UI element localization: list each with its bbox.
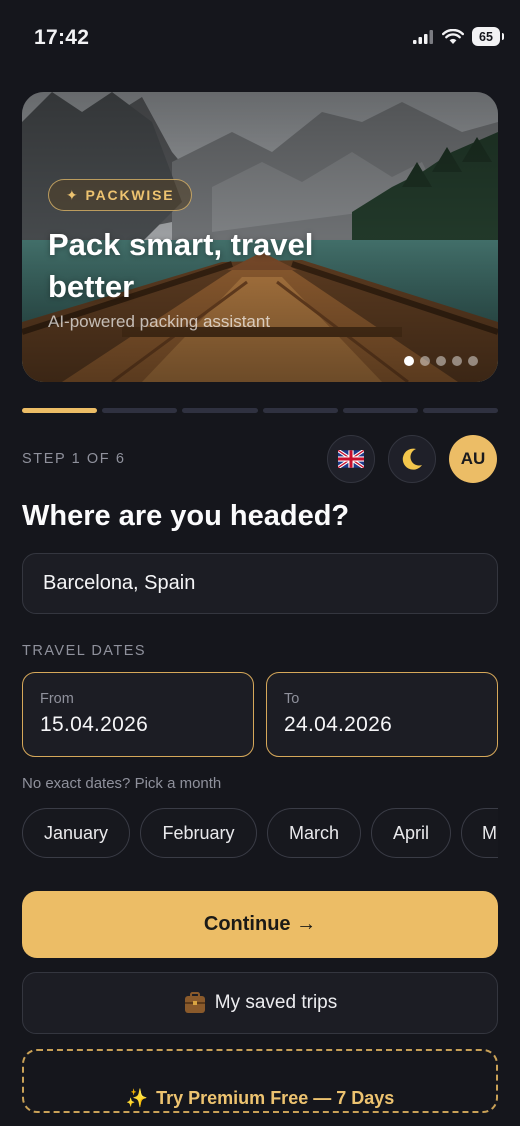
travel-dates-label: TRAVEL DATES (22, 643, 147, 659)
saved-trips-label: My saved trips (214, 992, 338, 1013)
sparkle-icon: ✦ (66, 186, 80, 203)
hero-subtitle: AI-powered packing assistant (48, 312, 271, 331)
wifi-icon (442, 28, 464, 44)
signal-icon (413, 29, 433, 44)
month-chip-may[interactable]: M (461, 808, 498, 858)
month-chip-january[interactable]: January (22, 808, 130, 858)
saved-trips-button[interactable]: My saved trips (22, 972, 498, 1034)
month-chip-april[interactable]: April (371, 808, 451, 858)
destination-input[interactable] (41, 571, 497, 596)
date-from-value: 15.04.2026 (40, 713, 149, 736)
theme-toggle-button[interactable] (388, 435, 436, 483)
premium-banner: ✨ Try Premium Free — 7 Days (22, 1049, 498, 1126)
hero-carousel[interactable]: ✦ PACKWISE Pack smart, travel better AI-… (22, 92, 498, 382)
try-premium-button[interactable]: ✨ Try Premium Free — 7 Days (22, 1049, 498, 1113)
battery-indicator: 65 (472, 27, 504, 46)
page-title: Where are you headed? (22, 500, 350, 532)
month-chips: January February March April M (22, 808, 498, 858)
progress-segment (182, 408, 258, 413)
month-hint: No exact dates? Pick a month (22, 775, 222, 792)
avatar-button[interactable]: AU (449, 435, 497, 483)
date-from-field[interactable]: From 15.04.2026 (22, 672, 254, 757)
progress-segment (422, 408, 499, 413)
month-chip-march[interactable]: March (267, 808, 361, 858)
brand-badge: ✦ PACKWISE (48, 179, 193, 211)
carousel-dot[interactable] (404, 356, 414, 366)
status-icons: 65 (412, 27, 504, 46)
date-to-field[interactable]: To 24.04.2026 (266, 672, 498, 757)
progress-segment (262, 408, 338, 413)
step-progress-bar (22, 408, 499, 413)
date-to-value: 24.04.2026 (284, 713, 393, 736)
progress-segment (22, 408, 98, 413)
brand-badge-label: PACKWISE (85, 187, 175, 203)
date-to-label: To (284, 691, 300, 707)
carousel-dot[interactable] (420, 356, 430, 366)
carousel-dot[interactable] (436, 356, 446, 366)
status-bar: 17:42 65 (0, 0, 520, 76)
carousel-dot[interactable] (468, 356, 478, 366)
destination-field[interactable] (22, 553, 498, 614)
progress-segment (102, 408, 178, 413)
sparkles-icon: ✨ (125, 1087, 149, 1108)
language-button[interactable] (327, 435, 375, 483)
continue-button[interactable]: Continue → (22, 891, 498, 958)
status-time: 17:42 (34, 26, 90, 49)
hero-title: Pack smart, travel better (48, 227, 314, 304)
moon-icon (402, 448, 422, 470)
carousel-dots (404, 356, 478, 366)
date-from-label: From (40, 691, 74, 707)
month-chip-february[interactable]: February (140, 808, 257, 858)
step-label: STEP 1 OF 6 (22, 451, 126, 467)
uk-flag-icon (338, 450, 364, 468)
premium-label: Try Premium Free — 7 Days (156, 1087, 395, 1108)
suitcase-icon (184, 992, 205, 1013)
progress-segment (342, 408, 418, 413)
carousel-dot[interactable] (452, 356, 462, 366)
